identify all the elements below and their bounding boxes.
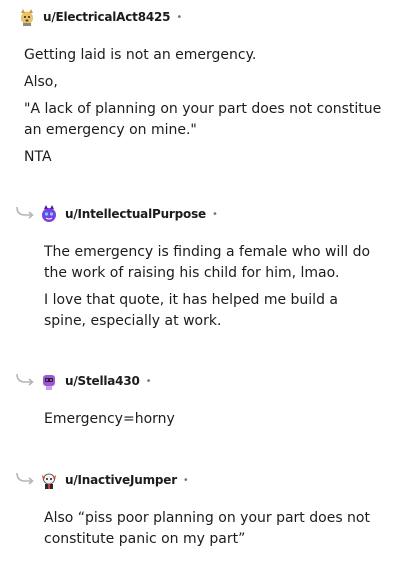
comment-paragraph: Getting laid is not an emergency. xyxy=(24,47,257,63)
purple-creature-avatar-icon[interactable] xyxy=(39,204,59,224)
comment-paragraph: NTA xyxy=(24,149,52,165)
username[interactable]: u/InactiveJumper xyxy=(65,473,177,487)
comment-paragraph: "A lack of planning on your part does no… xyxy=(24,101,382,138)
red-dragon-avatar-icon[interactable] xyxy=(39,470,59,490)
reply-thread-icon xyxy=(16,206,34,219)
comment-header: u/Stella430 • xyxy=(39,370,152,392)
dog-avatar-icon[interactable] xyxy=(17,7,37,27)
comment-paragraph: I love that quote, it has helped me buil… xyxy=(44,292,338,329)
username[interactable]: u/IntellectualPurpose xyxy=(65,207,206,221)
comment-paragraph: The emergency is finding a female who wi… xyxy=(44,244,371,281)
comment-paragraph: Emergency=horny xyxy=(44,411,175,427)
comment-body: Getting laid is not an emergency. Also, … xyxy=(24,45,384,174)
username[interactable]: u/Stella430 xyxy=(65,374,140,388)
separator-dot: • xyxy=(176,11,183,23)
comment-header: u/IntellectualPurpose • xyxy=(39,203,218,225)
comment-header: u/ElectricalAct8425 • xyxy=(17,6,182,28)
username[interactable]: u/ElectricalAct8425 xyxy=(43,10,171,24)
separator-dot: • xyxy=(211,208,218,220)
comment-header: u/InactiveJumper • xyxy=(39,469,189,491)
separator-dot: • xyxy=(145,375,152,387)
comment-paragraph: Also “piss poor planning on your part do… xyxy=(44,510,370,547)
separator-dot: • xyxy=(182,474,189,486)
purple-robot-avatar-icon[interactable] xyxy=(39,371,59,391)
comment-body: The emergency is finding a female who wi… xyxy=(44,242,384,338)
reply-thread-icon xyxy=(16,472,34,485)
comment-body: Also “piss poor planning on your part do… xyxy=(44,508,384,556)
comment-body: Emergency=horny xyxy=(44,409,384,436)
comment-paragraph: Also, xyxy=(24,74,58,90)
reply-thread-icon xyxy=(16,373,34,386)
